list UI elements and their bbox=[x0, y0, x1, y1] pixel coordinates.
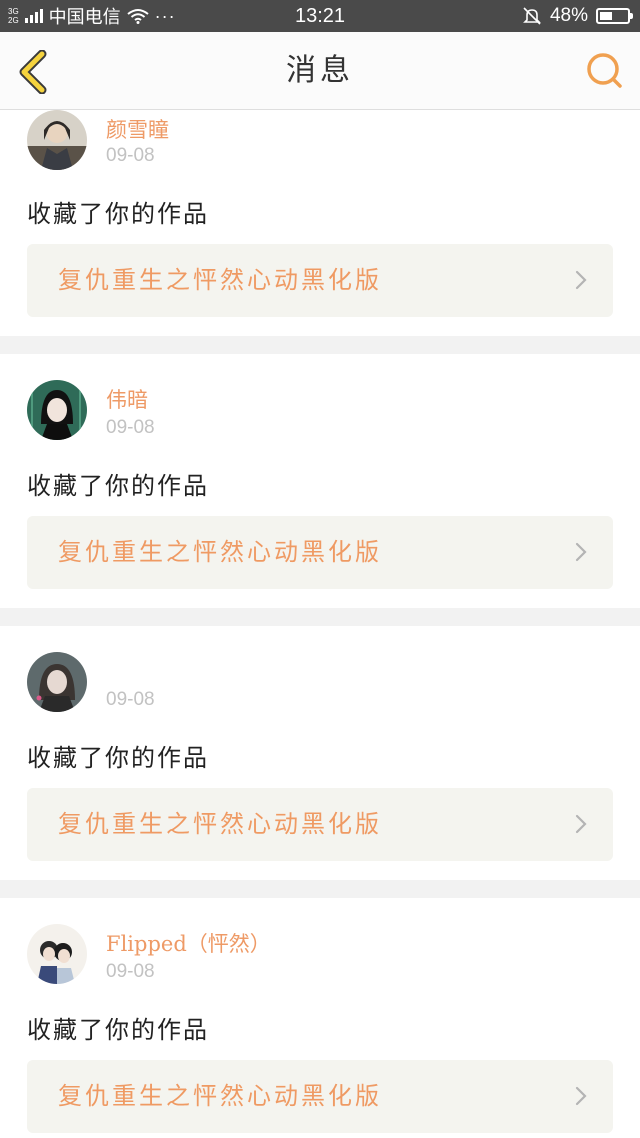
work-link[interactable]: 复仇重生之怦然心动黑化版 bbox=[27, 244, 613, 317]
message-card: 颜雪瞳 09-08 收藏了你的作品 复仇重生之怦然心动黑化版 bbox=[0, 110, 640, 336]
search-button[interactable] bbox=[584, 50, 626, 92]
battery-percent: 48% bbox=[549, 5, 588, 26]
action-text: 收藏了你的作品 bbox=[27, 200, 209, 228]
work-title: 复仇重生之怦然心动黑化版 bbox=[58, 266, 382, 294]
chevron-right-icon bbox=[575, 814, 587, 834]
message-date: 09-08 bbox=[106, 961, 155, 982]
work-link[interactable]: 复仇重生之怦然心动黑化版 bbox=[27, 516, 613, 589]
avatar[interactable] bbox=[27, 380, 87, 440]
message-date: 09-08 bbox=[106, 145, 155, 166]
message-date: 09-08 bbox=[106, 417, 155, 438]
work-title: 复仇重生之怦然心动黑化版 bbox=[58, 538, 382, 566]
message-feed[interactable]: 颜雪瞳 09-08 收藏了你的作品 复仇重生之怦然心动黑化版 伟暗 09-08 … bbox=[0, 110, 640, 1138]
mute-bell-icon bbox=[523, 7, 541, 25]
chevron-right-icon bbox=[575, 270, 587, 290]
username[interactable]: Flipped（怦然） bbox=[106, 928, 271, 958]
username[interactable]: 伟暗 bbox=[106, 384, 148, 414]
battery-level-fill bbox=[600, 12, 612, 20]
message-date: 09-08 bbox=[106, 689, 155, 710]
battery-icon bbox=[596, 8, 633, 24]
message-card: 伟暗 09-08 收藏了你的作品 复仇重生之怦然心动黑化版 bbox=[0, 354, 640, 608]
status-bar: 3G 2G 中国电信 ··· 13:21 48% bbox=[0, 0, 640, 32]
nav-bar: 消息 bbox=[0, 32, 640, 110]
work-link[interactable]: 复仇重生之怦然心动黑化版 bbox=[27, 788, 613, 861]
avatar[interactable] bbox=[27, 652, 87, 712]
work-title: 复仇重生之怦然心动黑化版 bbox=[58, 810, 382, 838]
action-text: 收藏了你的作品 bbox=[27, 744, 209, 772]
chevron-right-icon bbox=[575, 1086, 587, 1106]
username[interactable]: 颜雪瞳 bbox=[106, 114, 169, 144]
work-link[interactable]: 复仇重生之怦然心动黑化版 bbox=[27, 1060, 613, 1133]
page-title: 消息 bbox=[286, 53, 354, 88]
chevron-right-icon bbox=[575, 542, 587, 562]
action-text: 收藏了你的作品 bbox=[27, 472, 209, 500]
avatar[interactable] bbox=[27, 924, 87, 984]
work-title: 复仇重生之怦然心动黑化版 bbox=[58, 1082, 382, 1110]
status-right: 48% bbox=[522, 0, 633, 32]
action-text: 收藏了你的作品 bbox=[27, 1016, 209, 1044]
avatar[interactable] bbox=[27, 110, 87, 170]
message-card: Flipped（怦然） 09-08 收藏了你的作品 复仇重生之怦然心动黑化版 bbox=[0, 898, 640, 1138]
message-card: 09-08 收藏了你的作品 复仇重生之怦然心动黑化版 bbox=[0, 626, 640, 880]
search-icon bbox=[587, 53, 622, 88]
